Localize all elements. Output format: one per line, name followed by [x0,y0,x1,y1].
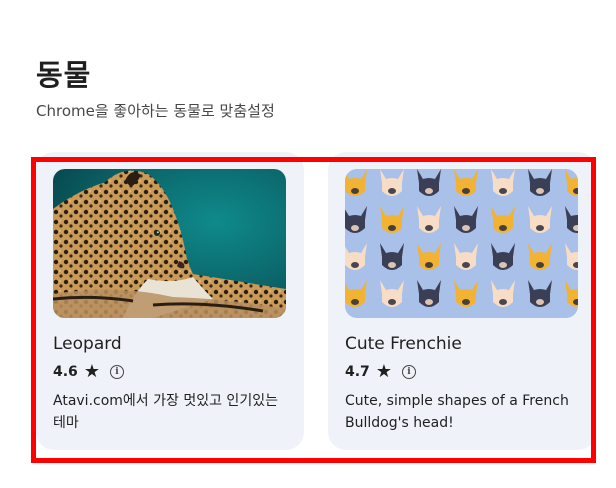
rating-row: 4.6 ★ i [53,363,124,381]
info-icon[interactable]: i [401,365,416,379]
star-icon: ★ [83,361,100,382]
frenchie-pattern-image [345,169,578,318]
rating-value: 4.7 [345,364,370,380]
theme-description: Atavi.com에서 가장 멋있고 인기있는 테마 [53,393,278,431]
leopard-image [53,169,286,318]
theme-thumbnail-cute-frenchie[interactable] [345,169,578,318]
rating-row: 4.7 ★ i [345,363,416,381]
star-icon: ★ [375,361,392,382]
theme-card-leopard[interactable]: Leopard 4.6 ★ i Atavi.com에서 가장 멋있고 인기있는 … [36,152,304,450]
page-subtitle: Chrome을 좋아하는 동물로 맞춤설정 [36,102,275,120]
theme-title: Cute Frenchie [345,334,462,354]
page-title: 동물 [36,58,92,92]
info-icon[interactable]: i [109,365,124,379]
theme-description: Cute, simple shapes of a French Bulldog'… [345,393,569,431]
theme-card-cute-frenchie[interactable]: Cute Frenchie 4.7 ★ i Cute, simple shape… [328,152,596,450]
theme-title: Leopard [53,334,122,354]
rating-value: 4.6 [53,364,78,380]
theme-thumbnail-leopard[interactable] [53,169,286,318]
page: 동물 Chrome을 좋아하는 동물로 맞춤설정 Leopard 4.6 ★ i… [0,0,616,488]
